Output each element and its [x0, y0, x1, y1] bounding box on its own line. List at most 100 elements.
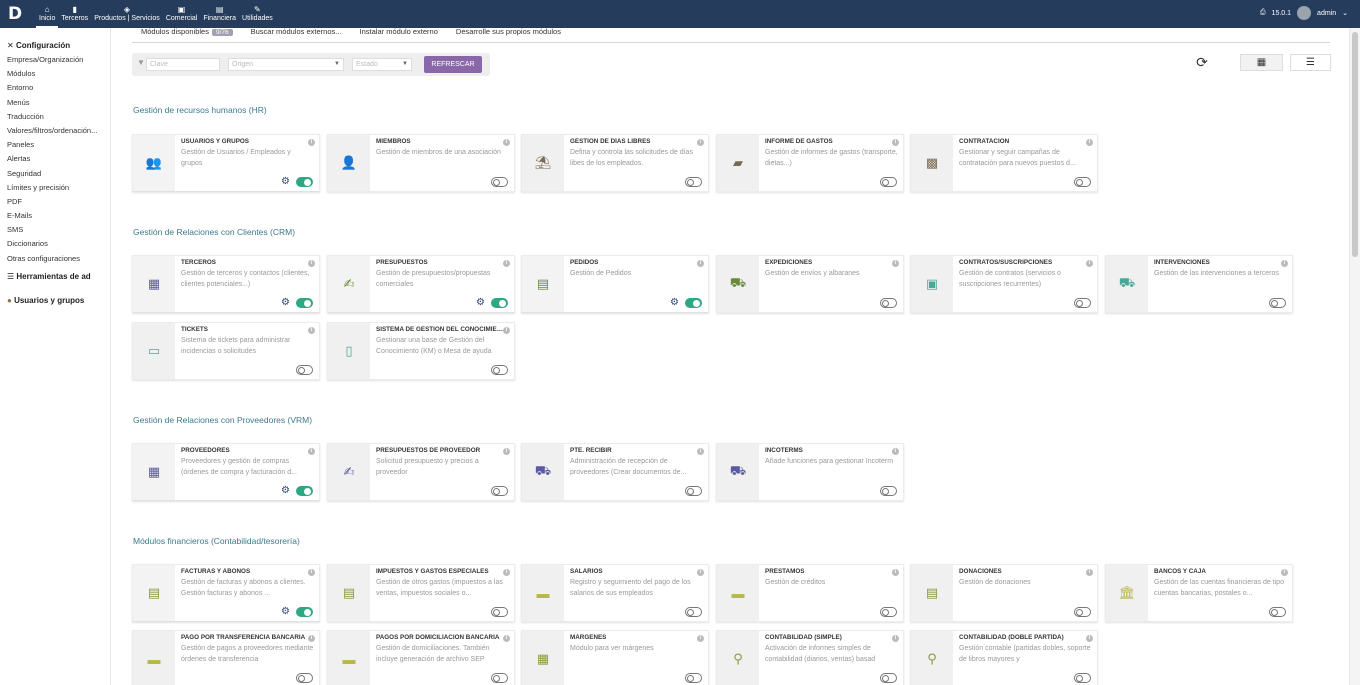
sidebar-item[interactable]: Valores/filtros/ordenación...: [0, 124, 110, 138]
info-icon[interactable]: i: [503, 260, 510, 267]
top-menu-item[interactable]: ▣ Comercial: [163, 0, 201, 28]
module-toggle[interactable]: [880, 298, 897, 308]
gear-icon[interactable]: ⚙: [281, 606, 290, 617]
info-icon[interactable]: i: [503, 635, 510, 642]
module-toggle[interactable]: [296, 298, 313, 308]
module-card[interactable]: ▤ FACTURAS Y ABONOS i Gestión de facturas y…: [132, 564, 320, 622]
list-view-button[interactable]: ☰: [1290, 54, 1331, 71]
scrollbar[interactable]: [1349, 28, 1360, 685]
module-toggle[interactable]: [1074, 673, 1091, 683]
sidebar-item[interactable]: Diccionarios: [0, 237, 110, 251]
module-card[interactable]: ⛟ INCOTERMS i Añade funciones para gestiona…: [716, 443, 904, 501]
module-toggle[interactable]: [1074, 298, 1091, 308]
top-menu-item[interactable]: ◈ Productos | Servicios: [91, 0, 163, 28]
gear-icon[interactable]: ⚙: [281, 485, 290, 496]
info-icon[interactable]: i: [697, 635, 704, 642]
module-card[interactable]: ▤ IMPUESTOS Y GASTOS ESPECIALES i Gestión d…: [327, 564, 515, 622]
tab-external-modules[interactable]: Buscar módulos externos...: [251, 28, 342, 42]
chevron-down-icon[interactable]: ⌄: [1342, 9, 1348, 17]
grid-view-button[interactable]: ▦: [1240, 54, 1283, 71]
sidebar-section-herramientas[interactable]: ☰ Herramientas de ad: [0, 270, 110, 284]
module-card[interactable]: ▭ TICKETS i Sistema de tickets para adminis…: [132, 322, 320, 380]
info-icon[interactable]: i: [697, 139, 704, 146]
module-toggle[interactable]: [685, 607, 702, 617]
module-card[interactable]: ✍ PRESUPUESTOS DE PROVEEDOR i Solicitud pre…: [327, 443, 515, 501]
info-icon[interactable]: i: [697, 569, 704, 576]
user-menu[interactable]: admin: [1317, 10, 1336, 17]
info-icon[interactable]: i: [503, 139, 510, 146]
module-toggle[interactable]: [685, 177, 702, 187]
scrollbar-thumb[interactable]: [1352, 32, 1358, 257]
top-menu-item[interactable]: ✎ Utilidades: [239, 0, 276, 28]
info-icon[interactable]: i: [308, 327, 315, 334]
top-menu-item[interactable]: ⌂ Inicio: [36, 0, 59, 28]
module-card[interactable]: 🏛 BANCOS Y CAJA i Gestión de las cuentas fi…: [1105, 564, 1293, 622]
sidebar-item[interactable]: Entorno: [0, 81, 110, 95]
module-card[interactable]: ▬ PAGOS POR DOMICILIACIÓN BANCARIA i Gestió…: [327, 630, 515, 685]
sidebar-item[interactable]: E-Mails: [0, 209, 110, 223]
module-card[interactable]: ▤ PEDIDOS i Gestión de Pedidos ⚙: [521, 255, 709, 313]
tab-install-external[interactable]: Instalar módulo externo: [360, 28, 438, 42]
module-toggle[interactable]: [296, 673, 313, 683]
sidebar-item[interactable]: PDF: [0, 195, 110, 209]
sidebar-item[interactable]: Traducción: [0, 110, 110, 124]
info-icon[interactable]: i: [503, 448, 510, 455]
sidebar-item[interactable]: Empresa/Organización: [0, 53, 110, 67]
module-card[interactable]: ▦ TERCEROS i Gestión de terceros y contacto…: [132, 255, 320, 313]
sidebar-item[interactable]: Seguridad: [0, 167, 110, 181]
sidebar-item[interactable]: Límites y precisión: [0, 181, 110, 195]
tab-develop-modules[interactable]: Desarrolle sus propios módulos: [456, 28, 561, 42]
info-icon[interactable]: i: [1086, 569, 1093, 576]
module-toggle[interactable]: [491, 298, 508, 308]
gear-icon[interactable]: ⚙: [670, 297, 679, 308]
info-icon[interactable]: i: [308, 448, 315, 455]
printer-icon[interactable]: ⎙: [1260, 9, 1266, 17]
info-icon[interactable]: i: [697, 260, 704, 267]
info-icon[interactable]: i: [892, 569, 899, 576]
info-icon[interactable]: i: [503, 327, 510, 334]
tab-available-modules[interactable]: Módulos disponibles 9/76: [141, 28, 233, 42]
module-toggle[interactable]: [296, 177, 313, 187]
info-icon[interactable]: i: [892, 448, 899, 455]
info-icon[interactable]: i: [308, 635, 315, 642]
module-card[interactable]: ⚲ CONTABILIDAD (DOBLE PARTIDA) i Gestión co…: [910, 630, 1098, 685]
info-icon[interactable]: i: [697, 448, 704, 455]
module-card[interactable]: ⛱ GESTIÓN DE DÍAS LIBRES i Defina y control…: [521, 134, 709, 192]
gear-icon[interactable]: ⚙: [281, 297, 290, 308]
keyword-input[interactable]: Clave: [146, 58, 220, 71]
module-card[interactable]: ▣ CONTRATOS/SUSCRIPCIONES i Gestión de cont…: [910, 255, 1098, 313]
module-card[interactable]: ✍ PRESUPUESTOS i Gestión de presupuestos/pr…: [327, 255, 515, 313]
module-card[interactable]: ⛟ INTERVENCIONES i Gestión de las intervenc…: [1105, 255, 1293, 313]
info-icon[interactable]: i: [892, 260, 899, 267]
sidebar-item[interactable]: Alertas: [0, 152, 110, 166]
module-card[interactable]: ▦ PROVEEDORES i Proveedores y gestión de co…: [132, 443, 320, 501]
info-icon[interactable]: i: [892, 139, 899, 146]
module-toggle[interactable]: [685, 486, 702, 496]
module-toggle[interactable]: [296, 607, 313, 617]
module-toggle[interactable]: [880, 177, 897, 187]
module-toggle[interactable]: [491, 365, 508, 375]
app-logo[interactable]: D: [8, 4, 26, 24]
module-toggle[interactable]: [491, 673, 508, 683]
sidebar-item[interactable]: Menús: [0, 96, 110, 110]
module-card[interactable]: ▰ INFORME DE GASTOS i Gestión de informes d…: [716, 134, 904, 192]
info-icon[interactable]: i: [1086, 260, 1093, 267]
info-icon[interactable]: i: [308, 260, 315, 267]
top-menu-item[interactable]: ▮ Terceros: [58, 0, 91, 28]
module-card[interactable]: ▦ MÁRGENES i Módulo para ver márgenes: [521, 630, 709, 685]
sidebar-item[interactable]: Otras configuraciones: [0, 252, 110, 266]
gear-icon[interactable]: ⚙: [476, 297, 485, 308]
module-card[interactable]: 👤 MIEMBROS i Gestión de miembros de una aso…: [327, 134, 515, 192]
sidebar-item[interactable]: Módulos: [0, 67, 110, 81]
info-icon[interactable]: i: [1086, 139, 1093, 146]
module-toggle[interactable]: [880, 486, 897, 496]
sidebar-section-configuracion[interactable]: ✕ Configuración: [0, 39, 110, 53]
info-icon[interactable]: i: [308, 569, 315, 576]
module-toggle[interactable]: [1269, 298, 1286, 308]
sidebar-item[interactable]: Paneles: [0, 138, 110, 152]
sidebar-item[interactable]: SMS: [0, 223, 110, 237]
info-icon[interactable]: i: [503, 569, 510, 576]
module-card[interactable]: ▬ PAGO POR TRANSFERENCIA BANCARIA i Gestión…: [132, 630, 320, 685]
gear-icon[interactable]: ⚙: [281, 176, 290, 187]
module-card[interactable]: ⛟ EXPEDICIONES i Gestión de envíos y albara…: [716, 255, 904, 313]
